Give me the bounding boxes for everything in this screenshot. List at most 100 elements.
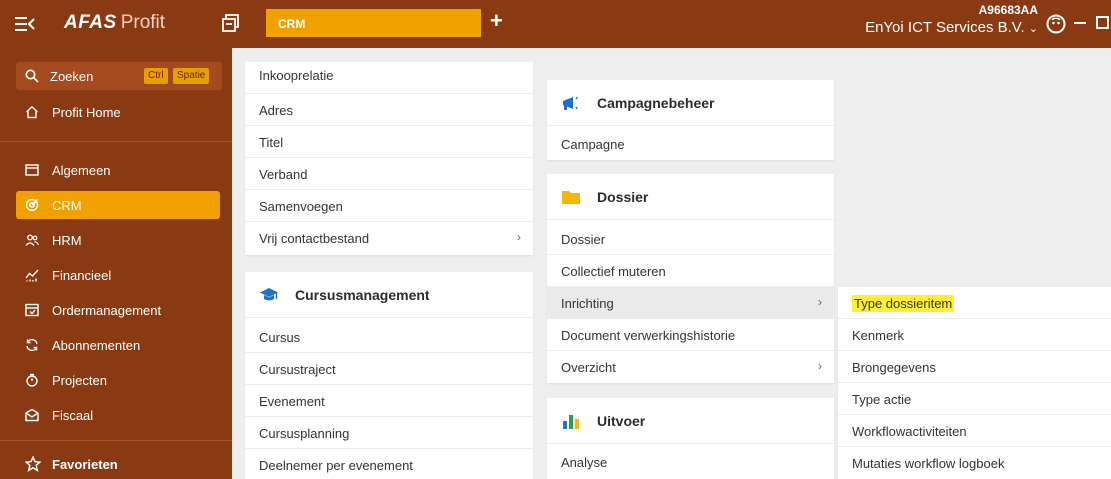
sidebar: Zoeken Ctrl Spatie Profit Home Algemeen … [0,48,232,479]
sidebar-item-crm[interactable]: CRM [16,191,220,219]
sidebar-item-ordermanagement[interactable]: Ordermanagement [16,296,232,324]
sidebar-item-label: Projecten [52,373,107,388]
sidebar-item-abonnementen[interactable]: Abonnementen [16,331,232,359]
menu-item-type-dossieritem[interactable]: Type dossieritem [838,287,1111,319]
menu-item-label: Type actie [852,392,912,407]
cursusmanagement-panel: Cursusmanagement Cursus Cursustraject Ev… [245,272,533,479]
menu-item-overzicht[interactable]: Overzicht › [547,351,834,383]
menu-item-label: Workflowactiviteiten [852,424,967,439]
sidebar-item-financieel[interactable]: Financieel [16,261,232,289]
sidebar-divider [0,141,232,142]
menu-item-titel[interactable]: Titel [245,126,533,158]
shortcut-key-space: Spatie [173,68,210,84]
menu-item-mutaties-workflow-logboek[interactable]: Mutaties workflow logboek [838,447,1111,479]
company-selector[interactable]: EnYoi ICT Services B.V. ⌄ [822,19,1038,36]
sidebar-item-label: Algemeen [52,163,111,178]
logo-product: Profit [120,12,166,33]
panel-title: Dossier [597,189,649,205]
menu-item-label: Titel [259,135,284,150]
menu-item-label: Cursus [259,330,301,345]
chart-icon [25,269,39,282]
sidebar-item-profit-home[interactable]: Profit Home [16,98,232,126]
sidebar-divider [0,440,232,441]
menu-item-cursus[interactable]: Cursus [245,321,533,353]
megaphone-icon [563,96,579,110]
menu-item-kenmerk[interactable]: Kenmerk [838,319,1111,351]
afas-logo[interactable]: AFAS Profit [64,12,165,34]
top-bar: AFAS Profit CRM + A96683AA EnYoi ICT Serv… [0,0,1111,48]
refresh-icon [26,338,38,352]
menu-item-label: Overzicht [561,360,616,375]
menu-item-label: Samenvoegen [259,199,343,214]
menu-item-label: Dossier [561,232,606,247]
home-icon [26,105,38,119]
menu-item-label: Document verwerkingshistorie [561,328,736,343]
tabs-overview-icon[interactable] [222,14,240,32]
sidebar-item-algemeen[interactable]: Algemeen [16,156,232,184]
stopwatch-icon [26,373,38,387]
sidebar-item-hrm[interactable]: HRM [16,226,232,254]
menu-item-cursustraject[interactable]: Cursustraject [245,353,533,385]
bar-chart-icon [563,415,579,429]
shortcut-key-ctrl: Ctrl [144,68,168,84]
menu-item-label: Cursusplanning [259,426,350,441]
menu-item-evenement[interactable]: Evenement [245,385,533,417]
menu-item-campagne[interactable]: Campagne [547,128,834,160]
minimize-icon[interactable] [1074,22,1086,24]
campagnebeheer-panel: Campagnebeheer Campagne [547,80,834,160]
menu-item-vrij-contactbestand[interactable]: Vrij contactbestand › [245,222,533,254]
chevron-right-icon: › [818,295,822,309]
add-tab-button[interactable]: + [490,10,503,32]
sidebar-item-label: HRM [52,233,82,248]
sidebar-item-favorites[interactable]: Favorieten [16,450,232,478]
sidebar-item-fiscaal[interactable]: Fiscaal [16,401,232,429]
menu-item-brongegevens[interactable]: Brongegevens [838,351,1111,383]
menu-item-cursusplanning[interactable]: Cursusplanning [245,417,533,449]
menu-item-label: Cursustraject [259,362,336,377]
menu-item-adres[interactable]: Adres [245,94,533,126]
panel-header: Campagnebeheer [547,80,834,126]
menu-item-label: Inkooprelatie [259,68,334,83]
menu-item-document-verwerkingshistorie[interactable]: Document verwerkingshistorie [547,319,834,351]
menu-item-inrichting[interactable]: Inrichting › [547,287,834,319]
chevron-right-icon: › [818,359,822,373]
target-icon [25,198,39,212]
menu-item-label: Evenement [259,394,325,409]
graduation-cap-icon [260,288,278,301]
menu-item-type-actie[interactable]: Type actie [838,383,1111,415]
star-icon [25,456,41,472]
menu-item-label: Mutaties workflow logboek [852,456,1005,471]
panel-header: Uitvoer [547,398,834,444]
company-name: EnYoi ICT Services B.V. [865,19,1025,36]
menu-item-verband[interactable]: Verband [245,158,533,190]
sidebar-item-label: Profit Home [52,105,121,120]
menu-item-deelnemer-per-evenement[interactable]: Deelnemer per evenement [245,449,533,479]
menu-item-label: Brongegevens [852,360,936,375]
search-label: Zoeken [50,69,94,84]
panel-title: Uitvoer [597,413,646,429]
menu-item-samenvoegen[interactable]: Samenvoegen [245,190,533,222]
menu-item-workflowactiviteiten[interactable]: Workflowactiviteiten [838,415,1111,447]
inrichting-submenu: Type dossieritem Kenmerk Brongegevens Ty… [838,287,1111,479]
panel-header: Dossier [547,174,834,220]
user-avatar-icon[interactable] [1046,14,1066,34]
menu-item-collectief-muteren[interactable]: Collectief muteren [547,255,834,287]
tab-crm[interactable]: CRM [266,9,481,37]
maximize-icon[interactable] [1096,16,1109,29]
sidebar-item-projecten[interactable]: Projecten [16,366,232,394]
window-icon [25,164,39,176]
menu-item-label: Adres [259,103,293,118]
people-icon [25,234,39,246]
order-box-icon [25,303,39,317]
menu-item-label: Collectief muteren [561,264,666,279]
search-box[interactable]: Zoeken Ctrl Spatie [16,62,222,90]
menu-item-analyse[interactable]: Analyse [547,446,834,478]
logo-brand: AFAS [64,12,117,33]
menu-item-label: Verband [259,167,308,182]
menu-item-label: Type dossieritem [852,295,955,312]
menu-item-label: Analyse [561,455,608,470]
menu-item-inkooprelatie[interactable]: Inkooprelatie [245,62,533,94]
menu-item-dossier[interactable]: Dossier [547,223,834,255]
menu-collapse-icon[interactable] [14,14,36,34]
panel-title: Campagnebeheer [597,95,715,111]
